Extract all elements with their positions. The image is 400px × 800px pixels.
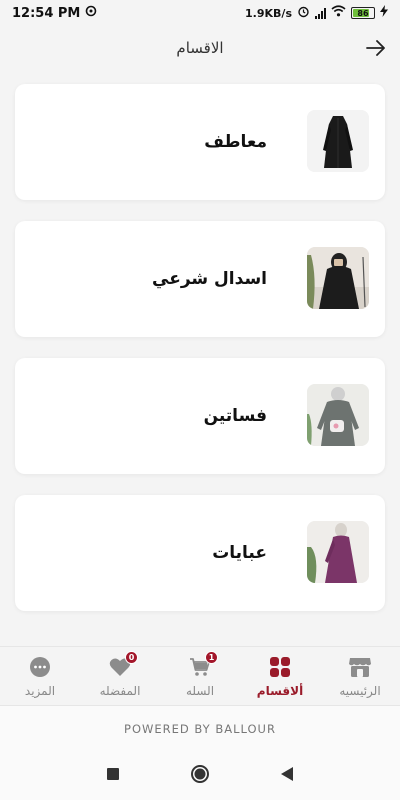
page-title: الاقسام xyxy=(176,39,224,57)
black-prayer-dress-photo xyxy=(307,247,369,309)
category-card-prayer-dress[interactable]: اسدال شرعي xyxy=(15,221,385,337)
nav-label: السله xyxy=(185,684,215,698)
bottom-navigation: المزيد 0 المفضله 1 السله ألاقسام الرئيسي… xyxy=(0,646,400,704)
nav-item-home[interactable]: الرئيسيه xyxy=(320,647,400,704)
favorites-count-badge: 0 xyxy=(125,651,138,664)
home-icon[interactable] xyxy=(190,764,210,788)
nav-item-favorites[interactable]: 0 المفضله xyxy=(80,647,160,704)
category-label: اسدال شرعي xyxy=(152,269,267,289)
nav-label: الرئيسيه xyxy=(339,684,381,698)
heart-icon: 0 xyxy=(108,651,138,679)
nav-label: المفضله xyxy=(99,684,141,698)
recent-apps-icon[interactable] xyxy=(106,766,120,785)
back-triangle-icon[interactable] xyxy=(280,766,294,786)
status-time: 12:54 PM xyxy=(12,5,81,21)
arrow-right-icon[interactable] xyxy=(364,36,388,60)
category-label: معاطف xyxy=(204,132,267,152)
powered-by-footer: POWERED BY BALLOUR xyxy=(0,705,400,751)
category-label: فساتين xyxy=(203,406,267,426)
powered-by-text: POWERED BY BALLOUR xyxy=(124,721,276,736)
app-header: الاقسام xyxy=(0,26,400,70)
status-bar: 12:54 PM 1.9KB/s 86 xyxy=(0,0,400,26)
sync-icon xyxy=(85,5,97,21)
grey-dress-photo xyxy=(307,384,369,446)
grid-icon xyxy=(268,655,292,679)
battery-level: 86 xyxy=(357,8,369,18)
category-label: عبايات xyxy=(212,543,267,563)
network-speed: 1.9KB/s xyxy=(245,6,292,20)
category-card-dresses[interactable]: فساتين xyxy=(15,358,385,474)
more-icon xyxy=(28,655,52,679)
charging-icon xyxy=(380,5,388,21)
purple-abaya-photo xyxy=(307,521,369,583)
store-icon xyxy=(348,655,372,679)
category-list: معاطف اسدال شرعي فساتين عبايات xyxy=(15,84,385,632)
nav-label: ألاقسام xyxy=(256,684,304,698)
category-card-abayas[interactable]: عبايات xyxy=(15,495,385,611)
nav-item-more[interactable]: المزيد xyxy=(0,647,80,704)
alarm-icon xyxy=(297,5,310,22)
signal-icon xyxy=(315,7,326,19)
battery-icon: 86 xyxy=(351,7,375,19)
black-coat-photo xyxy=(307,110,369,172)
nav-item-cart[interactable]: 1 السله xyxy=(160,647,240,704)
nav-item-categories[interactable]: ألاقسام xyxy=(240,647,320,704)
nav-label: المزيد xyxy=(24,684,56,698)
category-card-coats[interactable]: معاطف xyxy=(15,84,385,200)
cart-count-badge: 1 xyxy=(205,651,218,664)
system-navigation-bar xyxy=(0,751,400,800)
wifi-icon xyxy=(331,5,346,21)
cart-icon: 1 xyxy=(188,651,218,679)
